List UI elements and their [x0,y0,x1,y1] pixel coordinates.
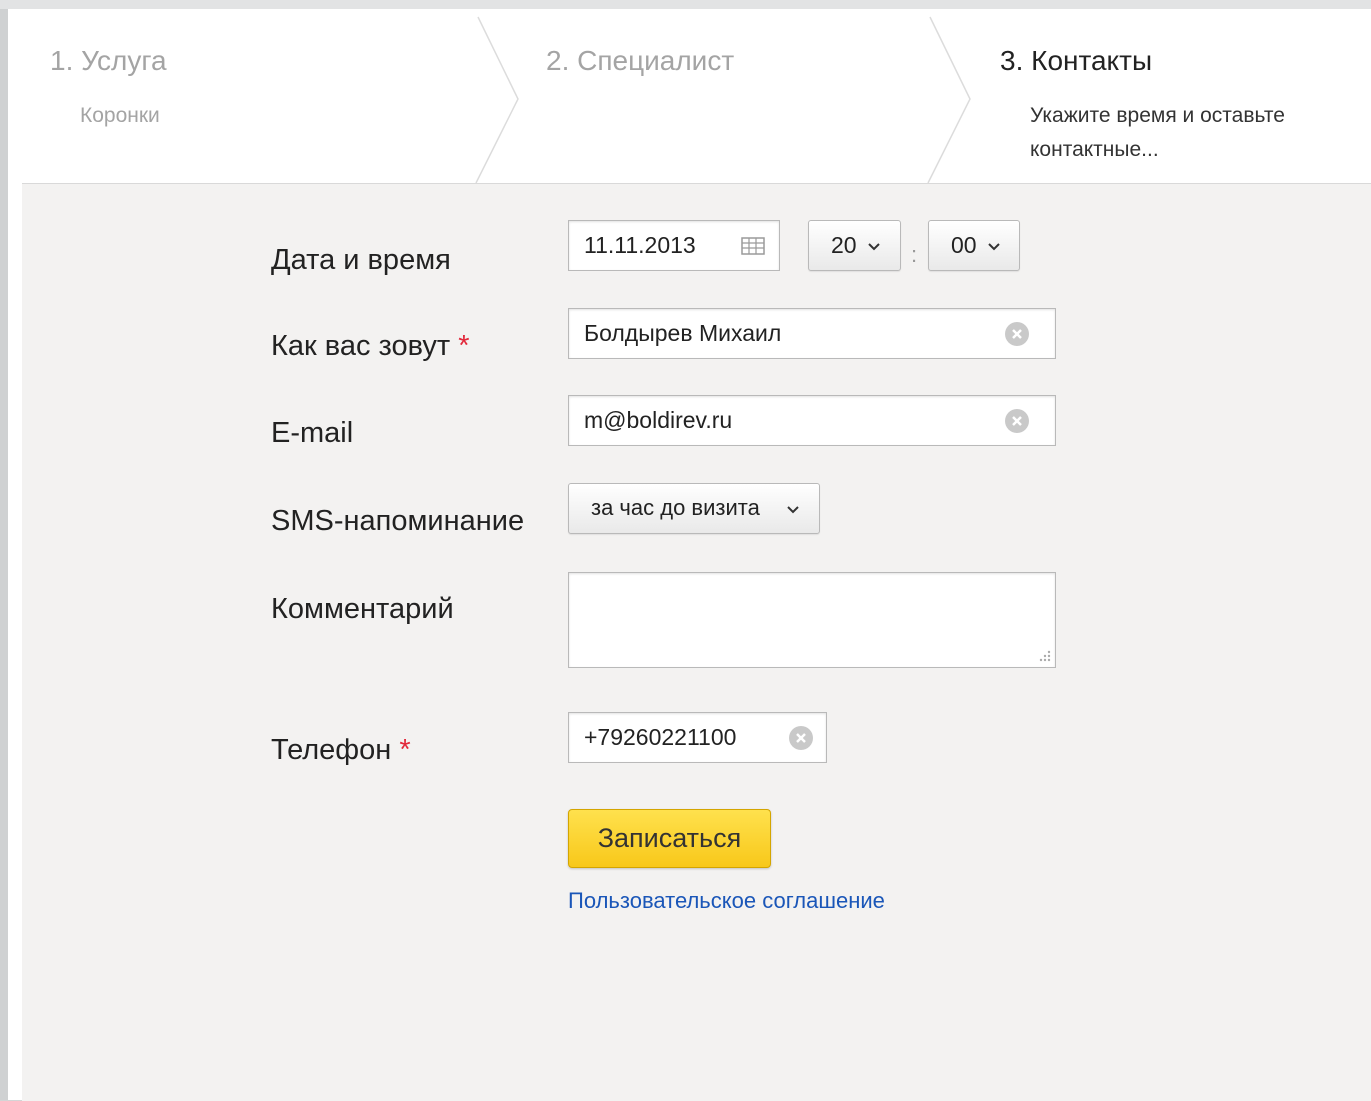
chevron-down-icon [988,243,1000,251]
clear-icon[interactable] [1005,409,1029,433]
sms-reminder-select[interactable]: за час до визита [568,483,820,534]
email-label: E-mail [271,417,354,449]
resize-grip-icon[interactable] [1036,648,1052,664]
calendar-icon[interactable] [741,236,767,256]
minute-value: 00 [951,232,977,258]
clear-icon[interactable] [1005,322,1029,346]
phone-value: +79260221100 [584,724,737,750]
step-specialist[interactable]: 2. Специалист [546,45,734,77]
hour-select[interactable]: 20 [808,220,901,271]
hour-value: 20 [831,232,857,258]
contact-form: Дата и время 11.11.2013 20 : 00 Как вас … [22,183,1371,1101]
sms-reminder-value: за час до визита [591,495,760,520]
step-service-subtitle: Коронки [80,104,160,127]
booking-panel: × 1. Услуга Коронки 2. Специалист 3. Кон… [8,9,1371,1101]
comment-label: Комментарий [271,593,454,625]
date-field[interactable]: 11.11.2013 [568,220,780,271]
step-contacts-subtitle: Укажите время и оставьте контактные... [1030,104,1285,161]
phone-label-text: Телефон [271,734,392,766]
step-service-title: 1. Услуга [50,45,167,76]
minute-select[interactable]: 00 [928,220,1020,271]
name-field[interactable]: Болдырев Михаил [568,308,1056,359]
name-label-text: Как вас зовут [271,330,451,362]
chevron-down-icon [787,506,799,514]
email-value: m@boldirev.ru [584,407,733,433]
email-field[interactable]: m@boldirev.ru [568,395,1056,446]
required-mark: * [458,330,470,362]
comment-textarea[interactable] [568,572,1056,668]
steps-header: 1. Услуга Коронки 2. Специалист 3. Конта… [8,9,1371,184]
date-time-label: Дата и время [271,244,451,276]
submit-button[interactable]: Записаться [568,809,771,868]
phone-field[interactable]: +79260221100 [568,712,827,763]
time-separator: : [911,242,918,267]
left-strip [0,9,8,1100]
step-specialist-title: 2. Специалист [546,45,735,76]
sms-reminder-label: SMS-напоминание [271,505,525,537]
step-contacts-title: 3. Контакты [1000,45,1153,76]
date-value: 11.11.2013 [584,232,696,258]
chevron-down-icon [868,243,880,251]
required-mark: * [399,734,411,766]
step-contacts: 3. Контакты Укажите время и оставьте кон… [1000,45,1340,167]
name-value: Болдырев Михаил [584,320,782,346]
user-agreement-link[interactable]: Пользовательское соглашение [568,888,885,914]
phone-label: Телефон * [271,734,411,767]
clear-icon[interactable] [789,726,813,750]
step-service[interactable]: 1. Услуга Коронки [50,45,167,133]
page-top-strip [0,0,1371,9]
name-label: Как вас зовут * [271,330,469,363]
